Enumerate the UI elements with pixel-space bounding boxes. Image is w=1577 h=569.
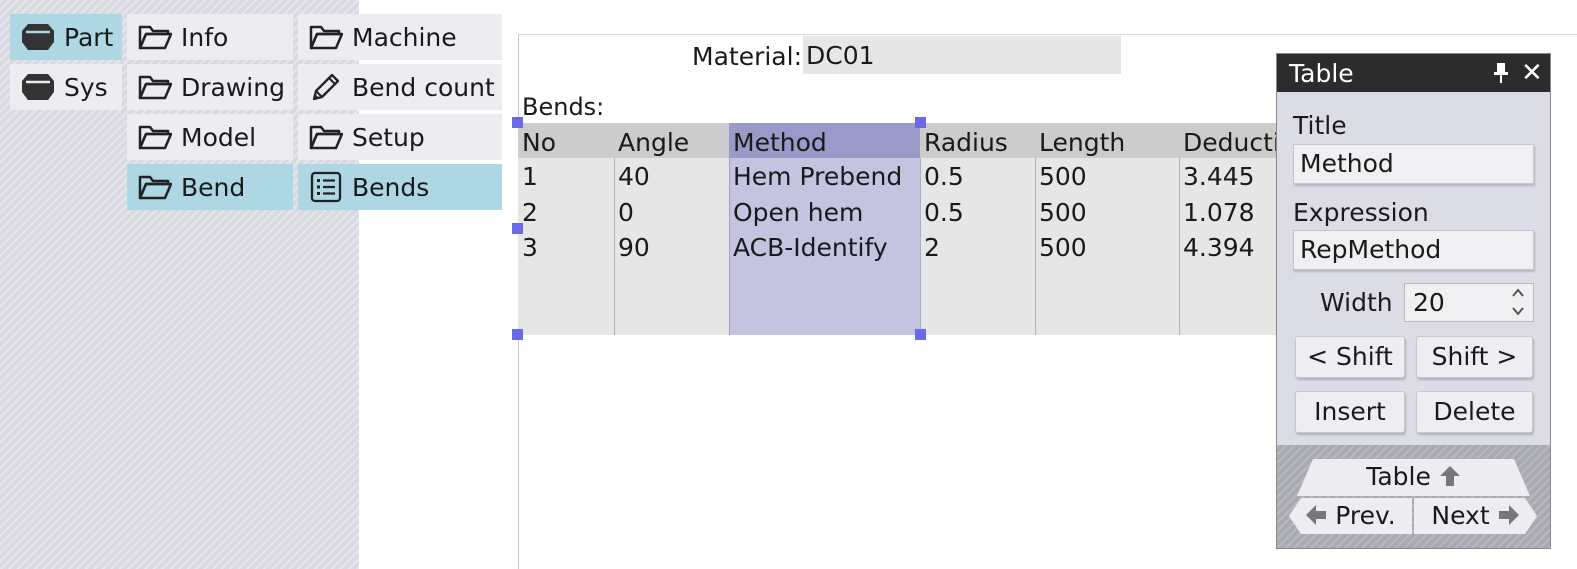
- nav-table-up-button[interactable]: Table: [1297, 459, 1530, 496]
- column-deduction[interactable]: Deducti 3.445 1.078 4.394: [1179, 123, 1276, 335]
- table-cell: 0.5: [924, 162, 964, 191]
- folder-icon: [137, 172, 173, 202]
- nav-model-label: Model: [181, 122, 257, 152]
- column-header: Deducti: [1183, 128, 1276, 157]
- folder-icon: [308, 22, 344, 52]
- resize-handle[interactable]: [512, 117, 523, 128]
- delete-button[interactable]: Delete: [1416, 391, 1533, 433]
- title-label: Title: [1293, 111, 1347, 140]
- nav-next-button[interactable]: Next: [1414, 498, 1537, 534]
- nav-prev-button[interactable]: Prev.: [1289, 498, 1412, 534]
- folder-icon: [137, 72, 173, 102]
- column-header: Method: [733, 128, 827, 157]
- stepper-arrows-icon[interactable]: [1511, 287, 1525, 317]
- table-cell: 2: [522, 198, 538, 227]
- nav-table-label: Table: [1366, 462, 1431, 491]
- width-label: Width: [1320, 288, 1393, 317]
- pin-icon[interactable]: [1493, 62, 1509, 88]
- nav-drawing-label: Drawing: [181, 72, 285, 102]
- column-angle[interactable]: Angle 40 0 90: [614, 123, 729, 335]
- arrow-left-icon: [1305, 501, 1327, 530]
- material-value[interactable]: DC01: [803, 36, 1121, 74]
- nav-bend-count-label: Bend count: [352, 72, 495, 102]
- nav-bends-label: Bends: [352, 172, 430, 202]
- nav-bend-button[interactable]: Bend: [127, 164, 293, 210]
- column-radius[interactable]: Radius 0.5 0.5 2: [920, 123, 1035, 335]
- nav-setup-button[interactable]: Setup: [298, 114, 502, 160]
- table-cell: 3.445: [1183, 162, 1255, 191]
- pencil-icon: [308, 72, 344, 102]
- resize-handle[interactable]: [512, 329, 523, 340]
- panel-titlebar[interactable]: Table ✕: [1277, 54, 1550, 92]
- table-cell: Open hem: [733, 198, 864, 227]
- nav-sys-button[interactable]: Sys: [10, 64, 122, 110]
- shift-right-button[interactable]: Shift >: [1416, 336, 1533, 378]
- resize-handle[interactable]: [512, 223, 523, 234]
- shift-left-button[interactable]: < Shift: [1295, 336, 1405, 378]
- nav-part-label: Part: [64, 22, 114, 52]
- table-cell: 40: [618, 162, 650, 191]
- nav-machine-label: Machine: [352, 22, 457, 52]
- sys-icon: [20, 72, 56, 102]
- nav-prev-label: Prev.: [1335, 501, 1396, 530]
- expression-label: Expression: [1293, 198, 1429, 227]
- nav-part-button[interactable]: Part: [10, 14, 122, 60]
- panel-title: Table: [1289, 59, 1354, 88]
- table-cell: 4.394: [1183, 233, 1255, 262]
- column-header: No: [522, 128, 556, 157]
- resize-handle[interactable]: [915, 117, 926, 128]
- table-cell: 500: [1039, 198, 1087, 227]
- folder-icon: [137, 122, 173, 152]
- insert-button[interactable]: Insert: [1295, 391, 1405, 433]
- nav-drawing-button[interactable]: Drawing: [127, 64, 293, 110]
- title-field[interactable]: Method: [1293, 144, 1534, 184]
- resize-handle[interactable]: [915, 329, 926, 340]
- material-label: Material:: [692, 42, 802, 71]
- table-cell: 0.5: [924, 198, 964, 227]
- folder-icon: [308, 122, 344, 152]
- column-method-selected[interactable]: Method Hem Prebend Open hem ACB-Identify: [729, 123, 920, 335]
- expression-field[interactable]: RepMethod: [1293, 230, 1534, 270]
- column-no[interactable]: No 1 2 3: [518, 123, 614, 335]
- nav-bends-button[interactable]: Bends: [298, 164, 502, 210]
- table-cell: 1.078: [1183, 198, 1255, 227]
- column-header: Radius: [924, 128, 1008, 157]
- nav-machine-button[interactable]: Machine: [298, 14, 502, 60]
- nav-bend-label: Bend: [181, 172, 246, 202]
- table-cell: 1: [522, 162, 538, 191]
- list-icon: [308, 171, 344, 203]
- column-header: Length: [1039, 128, 1126, 157]
- table-cell: Hem Prebend: [733, 162, 903, 191]
- nav-model-button[interactable]: Model: [127, 114, 293, 160]
- table-cell: ACB-Identify: [733, 233, 888, 262]
- table-cell: 500: [1039, 233, 1087, 262]
- table-cell: 2: [924, 233, 940, 262]
- folder-icon: [137, 22, 173, 52]
- bends-table[interactable]: No 1 2 3 Angle 40 0 90 Method Hem Preben…: [518, 123, 1276, 335]
- nav-info-label: Info: [181, 22, 229, 52]
- nav-bend-count-button[interactable]: Bend count: [298, 64, 502, 110]
- table-cell: 500: [1039, 162, 1087, 191]
- nav-info-button[interactable]: Info: [127, 14, 293, 60]
- nav-next-label: Next: [1431, 501, 1490, 530]
- table-cell: 3: [522, 233, 538, 262]
- width-stepper[interactable]: 20: [1404, 283, 1534, 322]
- arrow-up-icon: [1439, 462, 1461, 491]
- column-header: Angle: [618, 128, 690, 157]
- close-icon[interactable]: ✕: [1521, 54, 1543, 92]
- bends-label: Bends:: [522, 93, 605, 121]
- nav-setup-label: Setup: [352, 122, 425, 152]
- width-value: 20: [1413, 288, 1445, 317]
- arrow-right-icon: [1498, 501, 1520, 530]
- column-length[interactable]: Length 500 500 500: [1035, 123, 1179, 335]
- part-icon: [20, 22, 56, 52]
- table-cell: 90: [618, 233, 650, 262]
- table-cell: 0: [618, 198, 634, 227]
- nav-sys-label: Sys: [64, 72, 108, 102]
